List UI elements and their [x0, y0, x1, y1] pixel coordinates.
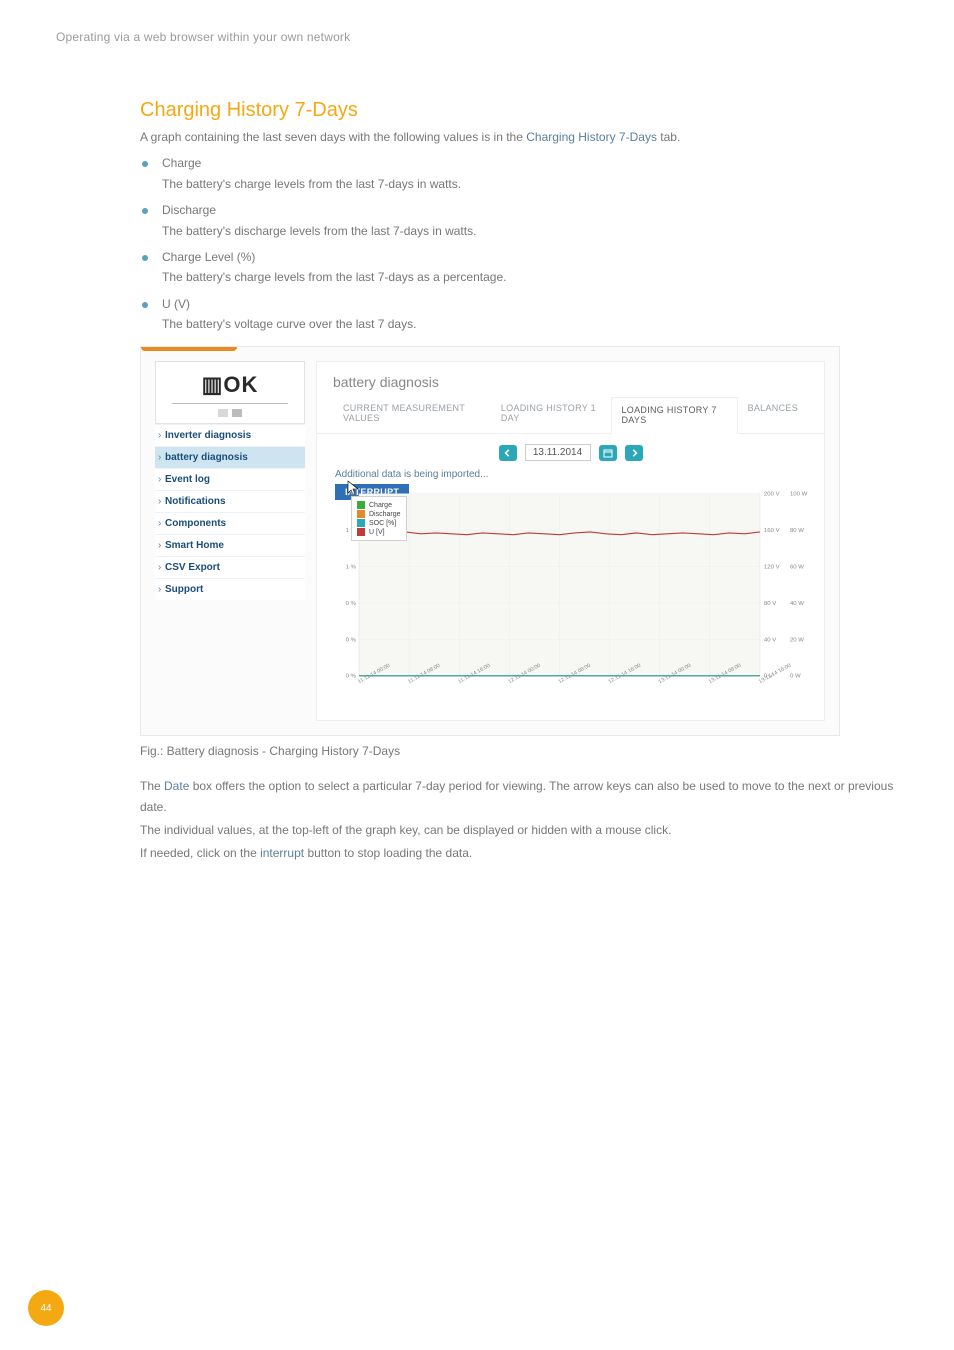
legend-label[interactable]: Discharge — [369, 511, 401, 518]
body-paragraph: The individual values, at the top-left o… — [140, 820, 902, 841]
panel-title: battery diagnosis — [317, 362, 824, 396]
page-header: Operating via a web browser within your … — [56, 30, 904, 44]
sidebar-nav: Inverter diagnosis battery diagnosis Eve… — [155, 424, 305, 600]
svg-text:0 %: 0 % — [346, 638, 356, 644]
legend-swatch-soc — [357, 519, 365, 527]
loading-status: Additional data is being imported... — [317, 469, 824, 482]
svg-text:80 V: 80 V — [764, 601, 776, 607]
body-paragraph: The Date box offers the option to select… — [140, 776, 902, 818]
svg-text:40 W: 40 W — [790, 601, 805, 607]
bullet-desc: The battery's charge levels from the las… — [162, 268, 902, 287]
date-ref: Date — [164, 779, 189, 793]
calendar-button[interactable] — [599, 445, 617, 461]
sidebar-item-notifications[interactable]: Notifications — [155, 490, 305, 512]
prev-date-button[interactable] — [499, 445, 517, 461]
legend-label[interactable]: U [V] — [369, 529, 385, 536]
bullet-desc: The battery's discharge levels from the … — [162, 222, 902, 241]
sidebar-item-inverter-diagnosis[interactable]: Inverter diagnosis — [155, 424, 305, 446]
section-title: Charging History 7-Days — [140, 99, 902, 122]
tab-balances[interactable]: BALANCES — [738, 396, 808, 433]
sidebar-item-event-log[interactable]: Event log — [155, 468, 305, 490]
tab-loading-history-1day[interactable]: LOADING HISTORY 1 DAY — [491, 396, 611, 433]
bullet-desc: The battery's voltage curve over the las… — [162, 315, 902, 334]
page-number-badge: 44 — [28, 1290, 64, 1326]
tab-current-measurement[interactable]: CURRENT MEASUREMENT VALUES — [333, 396, 491, 433]
svg-text:0 %: 0 % — [346, 601, 356, 607]
legend-label[interactable]: SOC [%] — [369, 520, 396, 527]
bullet-label: U (V) — [162, 294, 190, 316]
chart-legend[interactable]: Charge Discharge SOC [%] U [V] — [351, 496, 407, 541]
tab-bar: CURRENT MEASUREMENT VALUES LOADING HISTO… — [317, 396, 824, 434]
sidebar-item-support[interactable]: Support — [155, 578, 305, 600]
bullet-icon — [142, 161, 148, 167]
bullet-icon — [142, 255, 148, 261]
calendar-icon — [603, 448, 613, 458]
interrupt-ref: interrupt — [260, 846, 304, 860]
intro-paragraph: A graph containing the last seven days w… — [140, 128, 902, 147]
svg-text:120 V: 120 V — [764, 565, 780, 571]
legend-swatch-discharge — [357, 510, 365, 518]
svg-text:100 W: 100 W — [790, 492, 808, 498]
chevron-left-icon — [504, 449, 512, 457]
bullet-label: Charge Level (%) — [162, 247, 255, 269]
svg-text:60 W: 60 W — [790, 565, 805, 571]
bullet-label: Discharge — [162, 200, 216, 222]
sidebar-item-smart-home[interactable]: Smart Home — [155, 534, 305, 556]
bullet-desc: The battery's charge levels from the las… — [162, 175, 902, 194]
legend-swatch-u — [357, 528, 365, 536]
svg-text:0 W: 0 W — [790, 674, 801, 680]
svg-text:200 V: 200 V — [764, 492, 780, 498]
accent-strip — [141, 347, 237, 351]
intro-tab-ref: Charging History 7-Days — [526, 130, 657, 144]
main-panel: battery diagnosis CURRENT MEASUREMENT VA… — [316, 361, 825, 721]
svg-text:1 %: 1 % — [346, 565, 356, 571]
bullet-icon — [142, 208, 148, 214]
bullet-icon — [142, 302, 148, 308]
bullet-list: Charge The battery's charge levels from … — [140, 153, 902, 334]
sidebar-item-battery-diagnosis[interactable]: battery diagnosis — [155, 446, 305, 468]
logo: ▥OK — [155, 361, 305, 424]
embedded-screenshot: ▥OK Inverter diagnosis battery diagnosis… — [140, 346, 840, 736]
figure-caption: Fig.: Battery diagnosis - Charging Histo… — [140, 744, 902, 758]
svg-text:80 W: 80 W — [790, 529, 805, 535]
date-input[interactable]: 13.11.2014 — [525, 444, 591, 461]
legend-swatch-charge — [357, 501, 365, 509]
sidebar-item-components[interactable]: Components — [155, 512, 305, 534]
svg-text:160 V: 160 V — [764, 529, 780, 535]
body-paragraph: If needed, click on the interrupt button… — [140, 843, 902, 864]
next-date-button[interactable] — [625, 445, 643, 461]
svg-text:0 %: 0 % — [346, 674, 356, 680]
bullet-label: Charge — [162, 153, 201, 175]
chevron-right-icon — [630, 449, 638, 457]
chart-area[interactable]: 0 %0 V0 W0 %40 V20 W0 %80 V40 W1 %120 V6… — [335, 490, 816, 708]
sidebar-item-csv-export[interactable]: CSV Export — [155, 556, 305, 578]
svg-text:20 W: 20 W — [790, 638, 805, 644]
tab-loading-history-7days[interactable]: LOADING HISTORY 7 DAYS — [611, 397, 738, 434]
legend-label[interactable]: Charge — [369, 502, 392, 509]
svg-text:40 V: 40 V — [764, 638, 776, 644]
